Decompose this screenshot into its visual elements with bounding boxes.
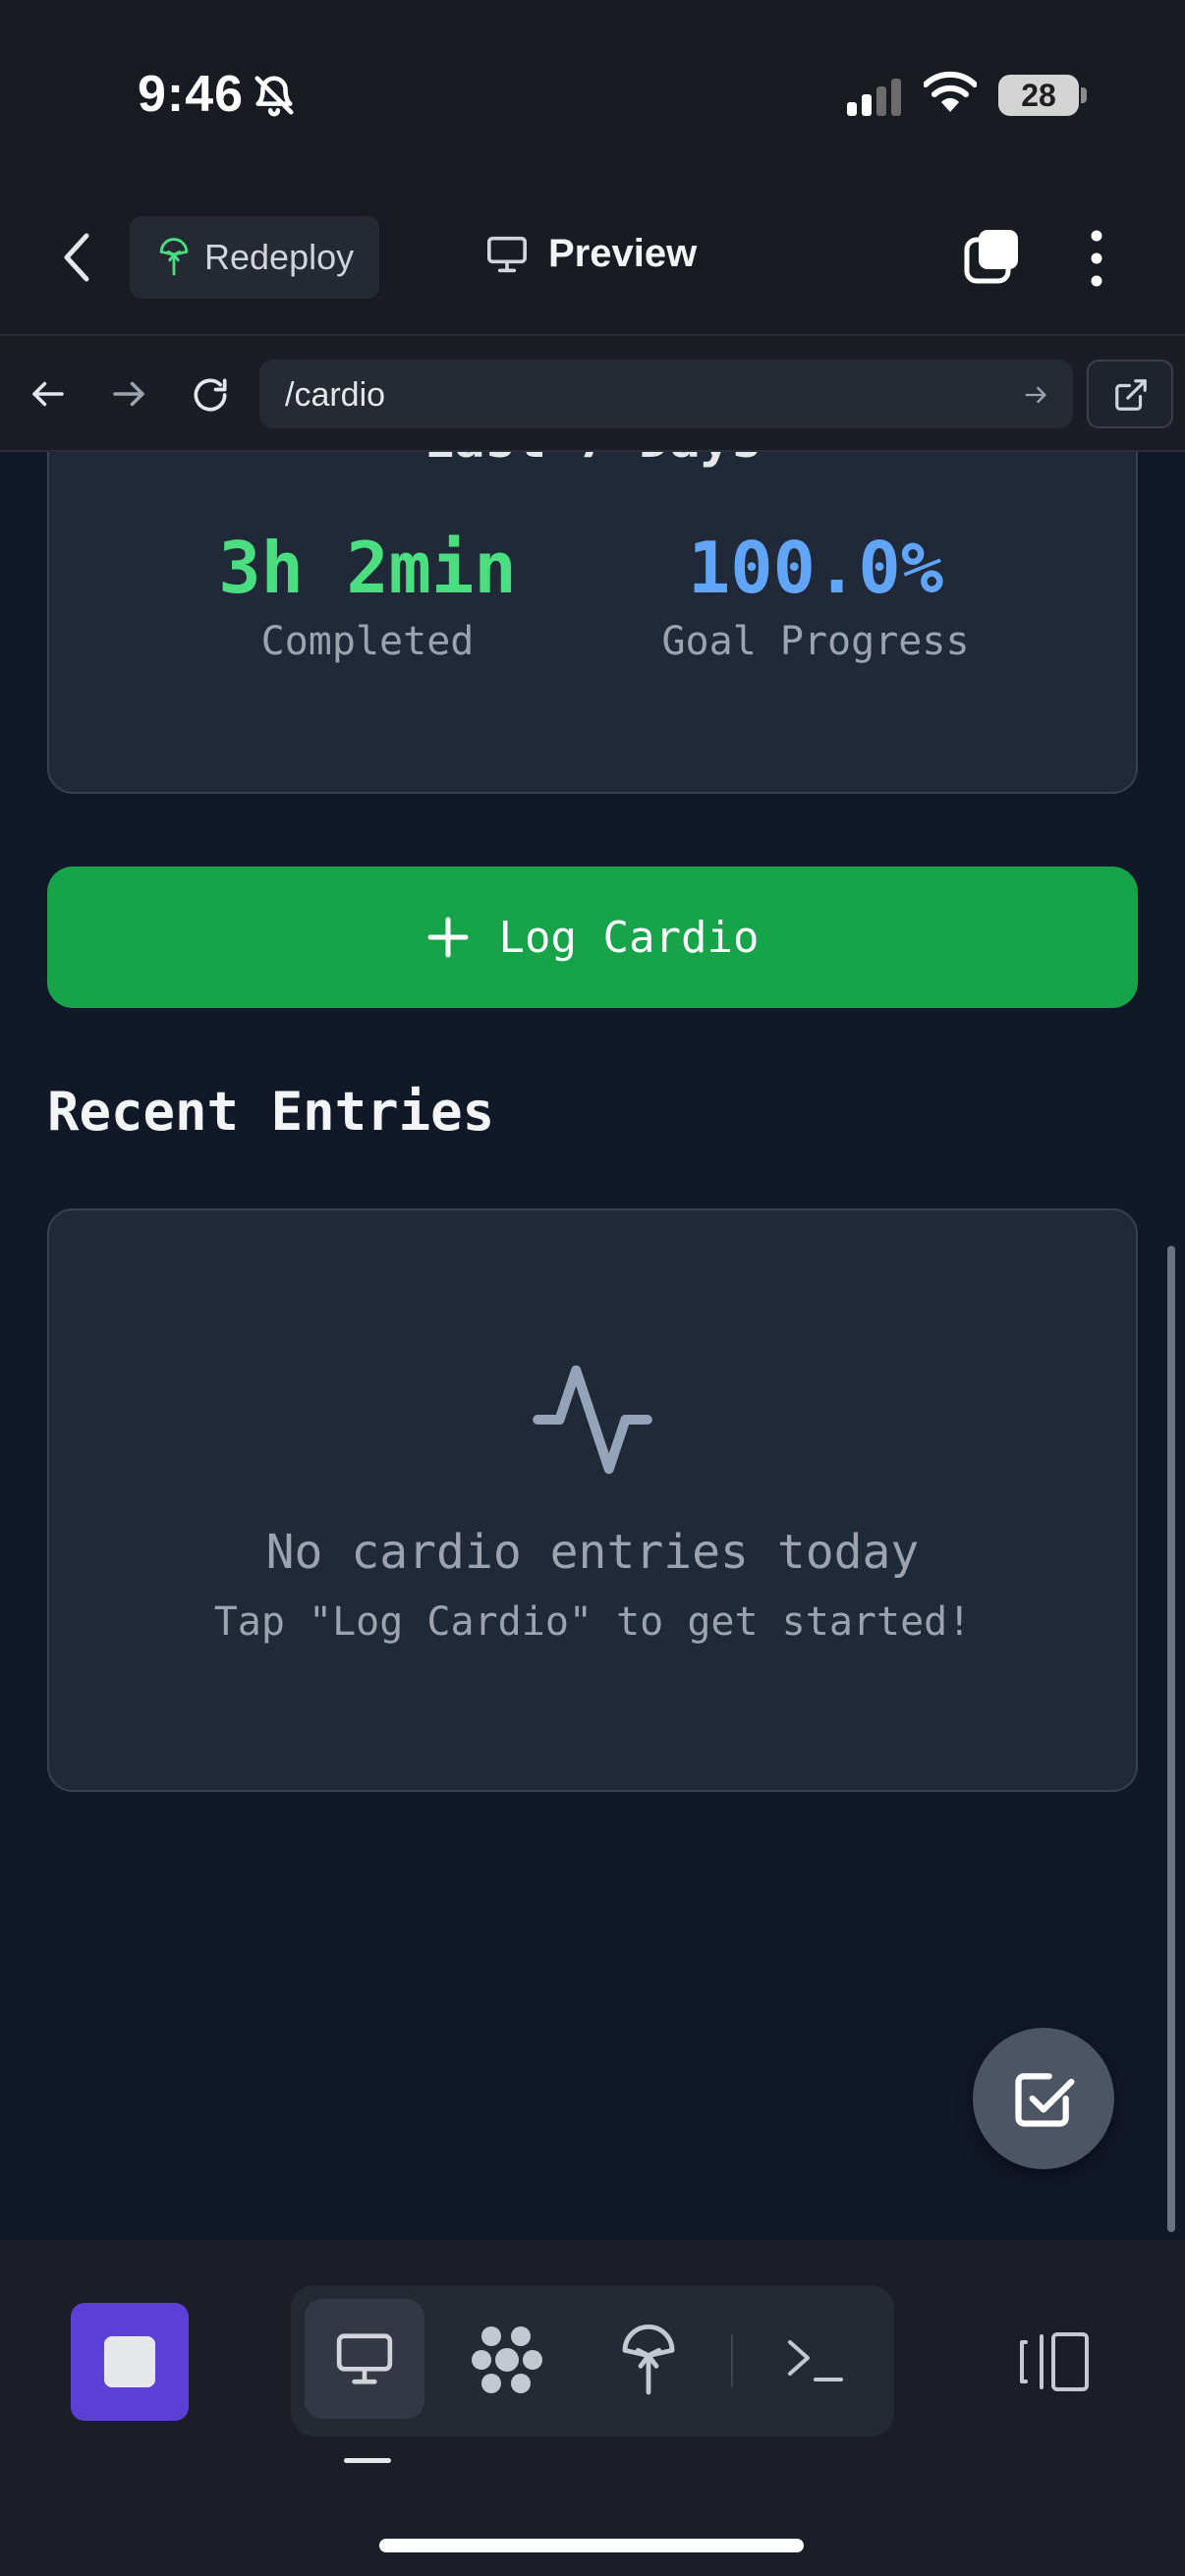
stop-icon (104, 2336, 155, 2387)
goal-label: Goal Progress (661, 619, 970, 664)
plus-icon (427, 917, 469, 958)
stop-button[interactable] (71, 2303, 189, 2421)
panel-icon[interactable] (1018, 2330, 1093, 2393)
tab-preview[interactable]: Preview (485, 232, 697, 276)
extensions-icon[interactable] (470, 2323, 544, 2397)
more-vertical-icon[interactable] (1079, 226, 1114, 291)
check-square-icon (1015, 2073, 1075, 2127)
home-indicator[interactable] (379, 2539, 804, 2552)
bottom-toolbar (0, 2240, 1185, 2576)
url-input[interactable]: /cardio (259, 360, 1073, 428)
redeploy-label: Redeploy (204, 237, 355, 277)
floating-action-button[interactable] (973, 2028, 1114, 2169)
log-cardio-button[interactable]: Log Cardio (47, 867, 1138, 1008)
battery-icon: 28 (998, 75, 1079, 116)
empty-state-title: No cardio entries today (265, 1525, 920, 1580)
battery-nub (1081, 87, 1087, 103)
redeploy-icon (159, 238, 189, 276)
active-tab-indicator (344, 2458, 391, 2463)
external-link-icon (1115, 379, 1147, 411)
completed-value: 3h 2min (218, 527, 517, 609)
tool-group (291, 2285, 894, 2436)
activity-icon (533, 1365, 652, 1475)
url-path: /cardio (285, 376, 386, 414)
deploy-icon[interactable] (617, 2323, 680, 2399)
wifi-icon (924, 71, 977, 114)
arrow-right-icon[interactable] (108, 373, 149, 415)
toolbar-divider (731, 2334, 733, 2387)
scrollbar[interactable] (1167, 1246, 1175, 2232)
empty-state-card: No cardio entries today Tap "Log Cardio"… (47, 1208, 1138, 1792)
recent-entries-title: Recent Entries (47, 1081, 495, 1143)
status-time: 9:46 (138, 66, 245, 123)
top-chrome: 9:46 28 Redeploy Preview (0, 0, 1185, 334)
url-bar: /cardio (0, 334, 1185, 452)
monitor-icon (336, 2333, 393, 2384)
bell-slash-icon (252, 73, 297, 118)
goal-value: 100.0% (687, 527, 944, 609)
monitor-icon (487, 236, 527, 272)
main-content: Last 7 Days 3h 2min Completed 100.0% Goa… (0, 452, 1185, 2240)
stats-title: Last 7 Days (0, 452, 1185, 470)
tabs-icon[interactable] (961, 226, 1022, 287)
arrow-left-icon[interactable] (28, 373, 69, 415)
redeploy-button[interactable]: Redeploy (130, 216, 379, 299)
go-arrow-icon[interactable] (1022, 381, 1049, 409)
chevron-left-icon[interactable] (57, 228, 96, 287)
terminal-icon[interactable] (786, 2332, 845, 2387)
empty-state-subtitle: Tap "Log Cardio" to get started! (213, 1599, 972, 1645)
preview-label: Preview (548, 232, 698, 275)
refresh-icon[interactable] (189, 373, 232, 417)
log-cardio-label: Log Cardio (498, 912, 760, 963)
signal-icon (847, 79, 904, 116)
tool-preview-active[interactable] (305, 2299, 424, 2419)
open-external-button[interactable] (1087, 360, 1173, 428)
completed-label: Completed (260, 619, 475, 664)
